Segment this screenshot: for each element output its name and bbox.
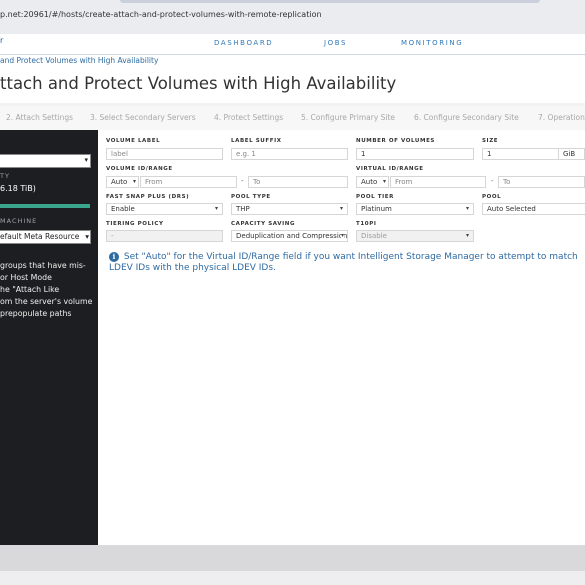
step-configure-primary-site[interactable]: 5. Configure Primary Site (301, 113, 395, 122)
info-message: i Set "Auto" for the Virtual ID/Range fi… (109, 252, 585, 274)
capacity-bar (0, 204, 90, 208)
fast-snap-plus-value: Enable (111, 205, 135, 213)
step-operation[interactable]: 7. Operation (538, 113, 585, 122)
footer-bar (0, 545, 585, 571)
fast-snap-plus-label: FAST SNAP PLUS (DRS) (106, 194, 190, 200)
volume-id-range-label: VOLUME ID/RANGE (106, 166, 173, 172)
size-unit-select[interactable]: GiB (559, 148, 585, 160)
help-line: or Host Mode (0, 273, 52, 282)
url-text[interactable]: p.net:20961/#/hosts/create-attach-and-pr… (0, 10, 322, 19)
chevron-down-icon: ▾ (382, 178, 386, 185)
pool-label: POOL (482, 194, 502, 200)
wizard-steps: 2. Attach Settings 3. Select Secondary S… (0, 106, 585, 130)
chevron-down-icon: ▾ (339, 205, 343, 212)
breadcrumb: and Protect Volumes with High Availabili… (0, 54, 585, 70)
pool-type-select[interactable]: THP ▾ (231, 203, 348, 215)
volume-id-from-input[interactable]: From (140, 176, 237, 188)
pool-type-value: THP (236, 205, 250, 213)
sidebar: ▾ TY 6.18 TiB) MACHINE efault Meta Resou… (0, 130, 98, 545)
chevron-down-icon: ▾ (465, 232, 469, 239)
capacity-saving-select[interactable]: Deduplication and Compression ▾ (231, 230, 348, 242)
browser-address-bar[interactable]: p.net:20961/#/hosts/create-attach-and-pr… (0, 0, 585, 35)
sidebar-help-text: groups that have mis- or Host Mode he "A… (0, 260, 96, 320)
chevron-down-icon: ▾ (84, 232, 89, 241)
title-bar: ttach and Protect Volumes with High Avai… (0, 69, 585, 103)
capacity-saving-label: CAPACITY SAVING (231, 221, 296, 227)
machine-select-value: efault Meta Resource (0, 232, 80, 241)
tiering-policy-select[interactable]: - (106, 230, 223, 242)
help-line: groups that have mis- (0, 261, 86, 270)
page-title: ttach and Protect Volumes with High Avai… (0, 74, 397, 93)
virtual-id-range-label: VIRTUAL ID/RANGE (356, 166, 424, 172)
footer-strip (0, 571, 585, 585)
size-input[interactable]: 1 (482, 148, 559, 160)
volume-label-label: VOLUME LABEL (106, 138, 161, 144)
info-message-text: Set "Auto" for the Virtual ID/Range fiel… (109, 252, 578, 273)
capacity-value: 6.18 TiB) (0, 184, 36, 193)
pool-tier-label: POOL TIER (356, 194, 394, 200)
nav-jobs[interactable]: JOBS (324, 39, 347, 47)
step-protect-settings[interactable]: 4. Protect Settings (214, 113, 283, 122)
range-dash: - (491, 177, 494, 185)
info-icon: i (109, 252, 119, 262)
chevron-down-icon: ▾ (132, 178, 136, 185)
pool-tier-select[interactable]: Platinum ▾ (356, 203, 474, 215)
pool-value: Auto Selected (487, 205, 536, 213)
pool-type-label: POOL TYPE (231, 194, 271, 200)
virtual-id-mode-select[interactable]: Auto ▾ (356, 176, 389, 188)
t10pi-value: Disable (361, 232, 387, 240)
step-select-secondary-servers[interactable]: 3. Select Secondary Servers (90, 113, 196, 122)
breadcrumb-current[interactable]: and Protect Volumes with High Availabili… (0, 56, 158, 65)
number-of-volumes-label: NUMBER OF VOLUMES (356, 138, 435, 144)
logo-fragment: r (0, 36, 4, 45)
machine-label: MACHINE (0, 217, 38, 225)
chevron-down-icon: ▾ (214, 205, 218, 212)
virtual-id-from-input[interactable]: From (390, 176, 486, 188)
nav-monitoring[interactable]: MONITORING (401, 39, 463, 47)
tiering-policy-value: - (111, 232, 114, 240)
pool-select[interactable]: Auto Selected (482, 203, 585, 215)
nav-dashboard[interactable]: DASHBOARD (214, 39, 273, 47)
step-configure-secondary-site[interactable]: 6. Configure Secondary Site (414, 113, 519, 122)
number-of-volumes-input[interactable]: 1 (356, 148, 474, 160)
volume-id-mode-value: Auto (111, 178, 128, 186)
chevron-down-icon: ▾ (84, 156, 88, 164)
fast-snap-plus-select[interactable]: Enable ▾ (106, 203, 223, 215)
size-label: SIZE (482, 138, 499, 144)
volume-settings-form: VOLUME LABEL label LABEL SUFFIX e.g. 1 N… (98, 130, 585, 545)
virtual-id-mode-value: Auto (361, 178, 378, 186)
volume-id-mode-select[interactable]: Auto ▾ (106, 176, 139, 188)
help-line: he "Attach Like (0, 285, 60, 294)
volume-label-input[interactable]: label (106, 148, 223, 160)
pool-tier-value: Platinum (361, 205, 392, 213)
help-line: prepopulate paths (0, 309, 72, 318)
browser-tab-edge (120, 0, 540, 3)
step-attach-settings[interactable]: 2. Attach Settings (6, 113, 73, 122)
t10pi-select[interactable]: Disable ▾ (356, 230, 474, 242)
capacity-saving-value: Deduplication and Compression (236, 232, 348, 240)
capacity-label: TY (0, 172, 10, 180)
t10pi-label: T10PI (356, 221, 377, 227)
label-suffix-label: LABEL SUFFIX (231, 138, 282, 144)
help-line: om the server's volume (0, 297, 93, 306)
sidebar-select[interactable]: ▾ (0, 154, 91, 168)
label-suffix-input[interactable]: e.g. 1 (231, 148, 348, 160)
machine-select[interactable]: efault Meta Resource ▾ (0, 230, 91, 244)
volume-id-to-input[interactable]: To (248, 176, 348, 188)
virtual-id-to-input[interactable]: To (498, 176, 585, 188)
chevron-down-icon: ▾ (465, 205, 469, 212)
range-dash: - (241, 177, 244, 185)
top-navigation: r DASHBOARD JOBS MONITORING (0, 34, 585, 54)
chevron-down-icon: ▾ (340, 232, 344, 239)
tiering-policy-label: TIERING POLICY (106, 221, 164, 227)
